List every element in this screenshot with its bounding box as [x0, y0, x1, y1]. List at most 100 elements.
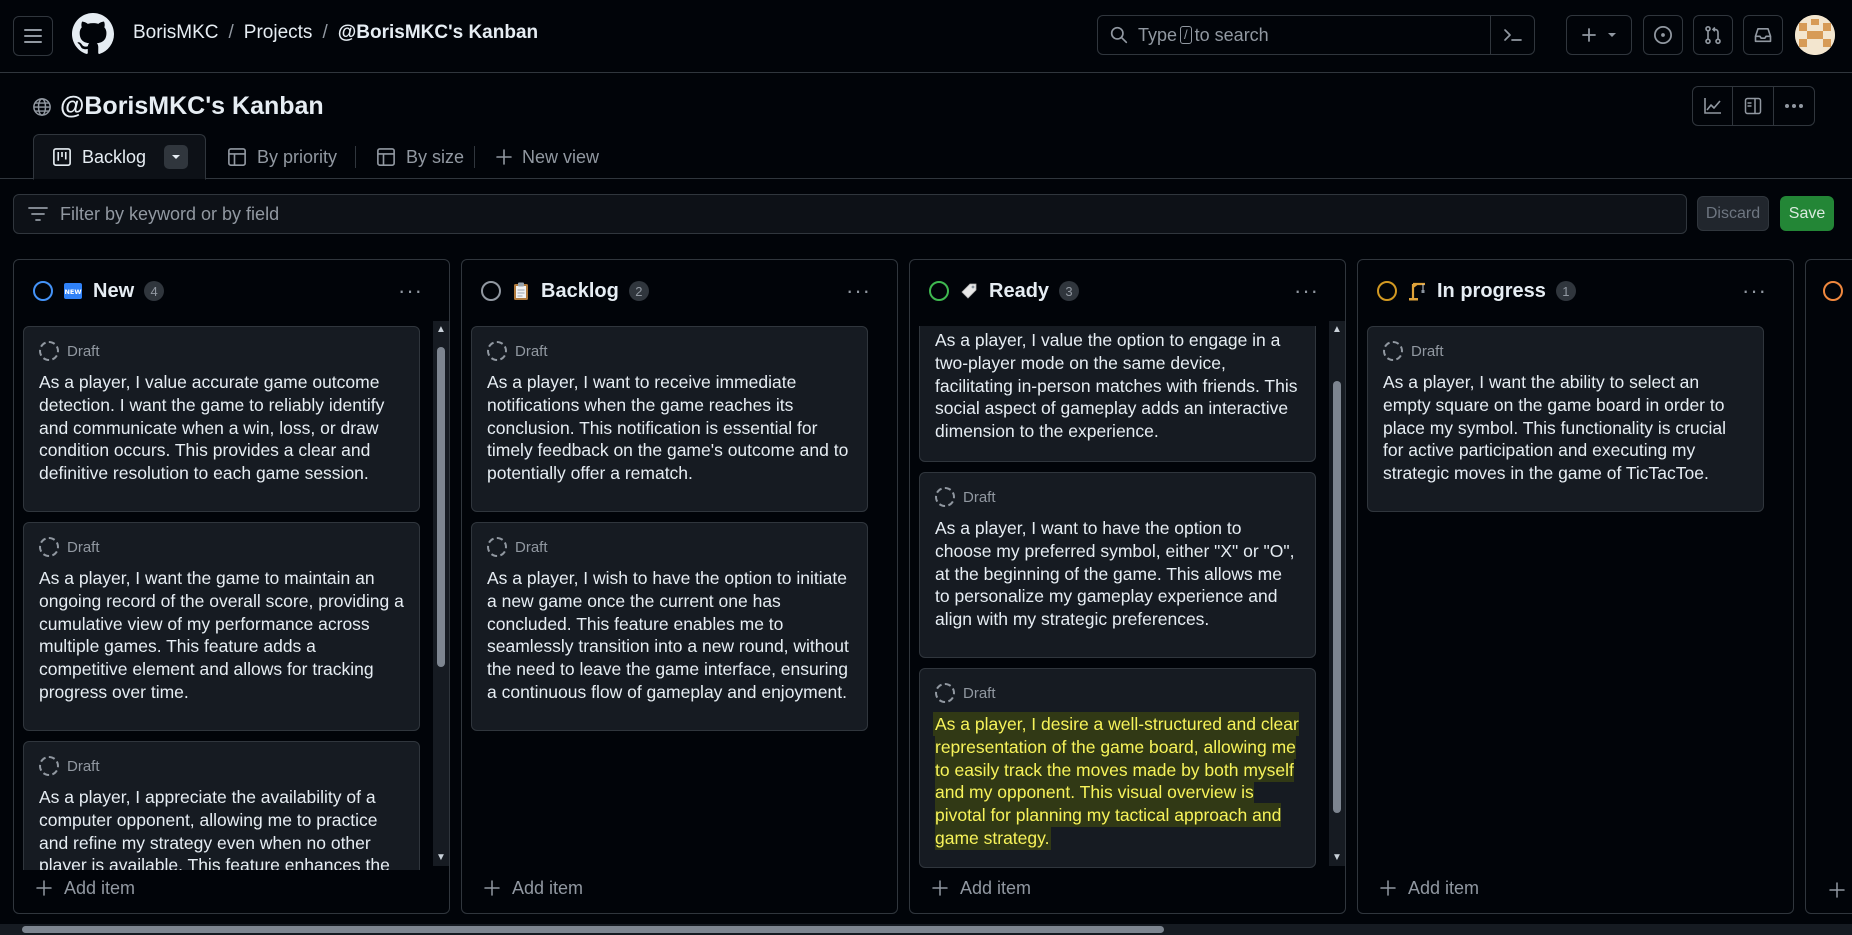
card[interactable]: Draft As a player, I want to receive imm…	[471, 326, 868, 512]
card-title[interactable]: As a player, I value the option to engag…	[935, 329, 1300, 443]
more-options-icon[interactable]	[1774, 87, 1814, 125]
column-title[interactable]: In progress	[1437, 280, 1546, 303]
column-header: In progress 1	[1358, 260, 1793, 322]
board-horizontal-scrollbar[interactable]	[0, 924, 1852, 935]
create-new-dropdown[interactable]	[1566, 15, 1632, 55]
draft-icon	[39, 537, 59, 557]
card-title[interactable]: As a player, I value accurate game outco…	[39, 371, 404, 485]
card-title[interactable]: As a player, I want the game to maintain…	[39, 567, 404, 704]
breadcrumb-separator: /	[228, 22, 234, 43]
tab-backlog[interactable]: Backlog	[33, 134, 206, 180]
card[interactable]: Draft As a player, I value accurate game…	[23, 326, 420, 512]
column-menu-icon[interactable]: ···	[1294, 278, 1319, 304]
column-title[interactable]: Backlog	[541, 280, 619, 303]
status-circle-icon	[1823, 281, 1843, 301]
column-scrollbar[interactable]: ▲ ▼	[1329, 321, 1345, 866]
add-item-button[interactable]: Add item	[932, 871, 1031, 905]
search-shortcut-key: /	[1180, 26, 1192, 44]
breadcrumb-separator: /	[322, 22, 328, 43]
column-count-badge: 4	[144, 281, 165, 301]
search-placeholder-prefix: Type	[1138, 24, 1178, 45]
inbox-icon[interactable]	[1743, 15, 1783, 55]
scroll-down-arrow-icon[interactable]: ▼	[436, 852, 446, 863]
draft-icon	[935, 487, 955, 507]
column-menu-icon[interactable]: ···	[846, 278, 871, 304]
card[interactable]: Draft As a player, I desire a well-struc…	[919, 668, 1316, 868]
column-menu-icon[interactable]: ···	[1742, 278, 1767, 304]
card[interactable]: Draft As a player, I want to have the op…	[919, 472, 1316, 658]
scroll-up-arrow-icon[interactable]: ▲	[1332, 324, 1342, 335]
global-header: BorisMKC / Projects / @BorisMKC's Kanban…	[0, 0, 1852, 73]
scroll-thumb[interactable]	[1333, 381, 1341, 813]
project-actions	[1692, 86, 1815, 126]
svg-text:NEW: NEW	[64, 288, 81, 296]
column-count-badge: 2	[628, 281, 649, 301]
scroll-down-arrow-icon[interactable]: ▼	[1332, 852, 1342, 863]
draft-icon	[39, 756, 59, 776]
save-button[interactable]: Save	[1780, 196, 1834, 231]
discard-button[interactable]: Discard	[1697, 196, 1769, 231]
card[interactable]: As a player, I value the option to engag…	[919, 326, 1316, 462]
sidebar-panel-icon[interactable]	[1733, 87, 1774, 125]
column-scrollbar[interactable]: ▲ ▼	[433, 321, 449, 866]
tab-new-view[interactable]: New view	[496, 134, 599, 180]
breadcrumb-projects[interactable]: Projects	[244, 22, 313, 44]
tab-options-chevron-icon[interactable]	[164, 145, 189, 169]
card-title[interactable]: As a player, I appreciate the availabili…	[39, 786, 404, 870]
scroll-up-arrow-icon[interactable]: ▲	[436, 324, 446, 335]
user-avatar[interactable]	[1795, 15, 1835, 55]
status-circle-icon	[481, 281, 501, 301]
card-title-highlighted[interactable]: As a player, I desire a well-structured …	[935, 713, 1300, 850]
card-status: Draft	[935, 683, 1300, 703]
pull-requests-icon[interactable]	[1693, 15, 1733, 55]
breadcrumb-owner[interactable]: BorisMKC	[133, 22, 219, 44]
breadcrumb-current[interactable]: @BorisMKC's Kanban	[338, 22, 538, 44]
issues-icon[interactable]	[1643, 15, 1683, 55]
draft-icon	[487, 537, 507, 557]
column-title[interactable]: New	[93, 280, 134, 303]
column-header: Ready 3	[910, 260, 1345, 322]
add-item-button[interactable]: Add item	[1380, 871, 1479, 905]
status-circle-icon	[929, 281, 949, 301]
column-menu-icon[interactable]: ···	[398, 278, 423, 304]
card[interactable]: Draft As a player, I want the ability to…	[1367, 326, 1764, 512]
filter-placeholder: Filter by keyword or by field	[60, 203, 280, 224]
github-logo-icon[interactable]	[72, 13, 114, 55]
card-status-label: Draft	[963, 684, 996, 702]
project-title-row: @BorisMKC's Kanban	[32, 92, 324, 121]
card-title[interactable]: As a player, I want to receive immediate…	[487, 371, 852, 485]
plus-icon[interactable]	[1829, 882, 1845, 898]
add-item-button[interactable]: Add item	[36, 871, 135, 905]
card[interactable]: Draft As a player, I appreciate the avai…	[23, 741, 420, 870]
column-title[interactable]: Ready	[989, 280, 1049, 303]
board-column-new: NEW New 4 ··· Draft As a player, I value…	[13, 259, 450, 914]
board-column-partial	[1805, 259, 1852, 914]
card[interactable]: Draft As a player, I wish to have the op…	[471, 522, 868, 731]
card-status: Draft	[487, 341, 852, 361]
scroll-thumb[interactable]	[437, 347, 445, 667]
insights-graph-icon[interactable]	[1693, 87, 1734, 125]
card-title[interactable]: As a player, I want the ability to selec…	[1383, 371, 1748, 485]
card-status: Draft	[935, 487, 1300, 507]
hamburger-menu-icon[interactable]	[13, 16, 53, 56]
card-status-label: Draft	[67, 342, 100, 360]
command-palette-icon[interactable]	[1490, 15, 1534, 55]
tab-by-size[interactable]: By size	[376, 134, 464, 180]
card-status-label: Draft	[515, 342, 548, 360]
table-icon	[228, 148, 246, 166]
draft-icon	[1383, 341, 1403, 361]
tab-label: By size	[406, 146, 465, 167]
add-item-label: Add item	[1408, 877, 1480, 898]
add-item-button[interactable]: Add item	[484, 871, 583, 905]
card-title[interactable]: As a player, I want to have the option t…	[935, 517, 1300, 631]
card-status: Draft	[487, 537, 852, 557]
card[interactable]: Draft As a player, I want the game to ma…	[23, 522, 420, 731]
tab-by-priority[interactable]: By priority	[227, 134, 337, 180]
project-title[interactable]: @BorisMKC's Kanban	[60, 92, 324, 121]
search-input[interactable]: Type / to search	[1097, 15, 1535, 55]
filter-input[interactable]: Filter by keyword or by field	[13, 194, 1687, 234]
breadcrumb: BorisMKC / Projects / @BorisMKC's Kanban	[133, 22, 538, 44]
card-title[interactable]: As a player, I wish to have the option t…	[487, 567, 852, 704]
board-column-ready: Ready 3 ··· As a player, I value the opt…	[909, 259, 1346, 914]
scroll-thumb[interactable]	[22, 926, 1164, 933]
